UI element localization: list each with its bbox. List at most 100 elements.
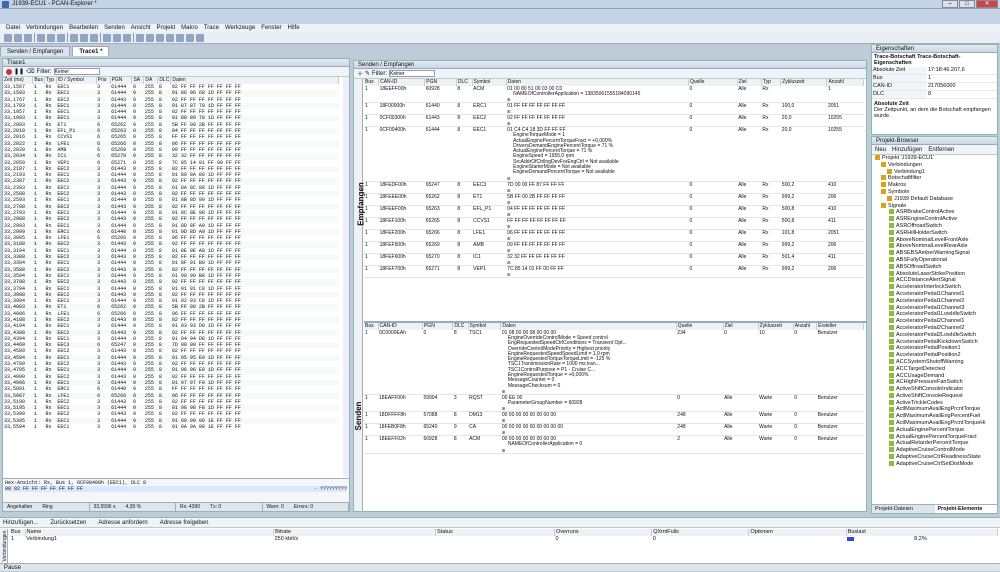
record-icon[interactable] <box>6 68 12 75</box>
signal-node[interactable]: ASRHillHolderSwitch <box>875 230 997 237</box>
recv-col-header[interactable]: PGN <box>424 79 457 86</box>
signal-node[interactable]: AcceleratorPedalPosition1 <box>875 345 997 352</box>
trace-col-header[interactable]: ID / Symbol <box>56 77 97 84</box>
connection-col-header[interactable]: Bus <box>10 529 26 536</box>
signal-node[interactable]: ActiveTrickleCodes <box>875 400 997 407</box>
expand-icon[interactable]: ⊞ <box>507 260 687 265</box>
property-row[interactable]: DLC 8 <box>872 90 997 99</box>
signal-node[interactable]: ActualEnginePercentTorqueFract <box>875 434 997 441</box>
expand-icon[interactable]: ⊞ <box>507 109 687 114</box>
send-row[interactable]: 1 0C0000EAh 0 8 TSC1 01 08 00 00 08 00 00 00 E… <box>364 330 864 395</box>
signal-node[interactable]: ACHighPressureFanSwitch <box>875 379 997 386</box>
property-row[interactable]: CAN-ID 217056000 <box>872 82 997 91</box>
send-data-cell[interactable]: 00 00 00 00 00 00 00 00 NAMEOfControllerA… <box>500 435 677 454</box>
menu-item-5[interactable]: Projekt <box>156 24 175 32</box>
signal-node[interactable]: AcceleratorPedal2Channel2 <box>875 325 997 332</box>
signal-node[interactable]: AboveNominalLevelFrontAxle <box>875 237 997 244</box>
signal-node[interactable]: ACCUsageDemand <box>875 373 997 380</box>
text-icon[interactable] <box>186 33 194 42</box>
expand-icon[interactable]: ⊞ <box>507 272 687 277</box>
send-col-header[interactable]: Symbol <box>468 323 502 330</box>
symbol-icon[interactable] <box>136 33 144 42</box>
signal-node[interactable]: ABSFullyOperational <box>875 257 997 264</box>
recv-row[interactable]: 1 18FEF100h 65265 8 CCVS1 FF FF FF FF FF FF F… <box>364 217 864 230</box>
expand-icon[interactable]: ⊞ <box>507 121 687 126</box>
send-col-header[interactable]: CAN-ID <box>378 323 423 330</box>
signal-node[interactable]: ACCDistanceAlertSignal <box>875 277 997 284</box>
open-icon[interactable] <box>14 33 22 42</box>
trace-row[interactable]: 33,5594 1 Rx EEC1 3 61444 0 255 8 01 9A 9A 08 1E … <box>3 424 339 430</box>
signal-node[interactable]: ACCSystemShutoffWarning <box>875 359 997 366</box>
recv-row[interactable]: 1 0CF00300h 61443 8 EEC2 02 FF FF FF FF FF FF… <box>364 114 864 128</box>
connection-col-header[interactable]: Bitrate <box>273 529 437 536</box>
sr-edit-icon[interactable]: ✎ <box>365 70 370 77</box>
signal-node[interactable]: AbsoluteLaserStrikePosition <box>875 271 997 278</box>
trace-filter-input[interactable] <box>53 68 100 75</box>
macro-icon[interactable] <box>146 33 154 42</box>
project-tab[interactable]: Projekt-Elemente <box>934 505 997 513</box>
expand-icon[interactable]: ⊞ <box>507 188 687 193</box>
clear-icon[interactable]: ⌫ <box>26 68 34 75</box>
trace-start-icon[interactable] <box>103 33 111 42</box>
send-col-header[interactable]: DLC <box>452 323 469 330</box>
send-data-cell[interactable]: 00 00 00 00 00 00 00 00 00 ⊞ <box>500 423 677 437</box>
send-col-header[interactable]: Ersteller <box>816 323 864 330</box>
menu-item-2[interactable]: Bearbeiten <box>69 24 98 32</box>
signal-node[interactable]: AboveNominalLevelRearAxle <box>875 243 997 250</box>
signal-node[interactable]: ActiveShiftConsoleRequest <box>875 393 997 400</box>
maximize-button[interactable]: □ <box>959 0 975 8</box>
recv-col-header[interactable]: Daten <box>506 79 689 86</box>
property-row[interactable]: Bus 1 <box>872 74 997 83</box>
signal-node[interactable]: AcceleratorPedal1Channel3 <box>875 305 997 312</box>
recv-row[interactable]: 1 18FEF600h 65270 8 IC1 32 32 FF FF FF FF FF … <box>364 253 864 266</box>
signal-node[interactable]: ASREngineControlActive <box>875 216 997 223</box>
expand-icon[interactable]: ⊞ <box>507 200 687 205</box>
trace-col-header[interactable]: Prio <box>96 77 111 84</box>
signal-node[interactable]: ACCTargetDetected <box>875 366 997 373</box>
tree-node[interactable]: Verbindung1 <box>875 169 997 176</box>
send-col-header[interactable]: Daten <box>500 323 677 330</box>
cut-icon[interactable] <box>37 33 45 42</box>
expand-icon[interactable]: ⊞ <box>507 97 687 102</box>
tree-node[interactable]: Symbole <box>875 189 997 196</box>
recv-row[interactable]: 1 18EEFF00h 60928 8 ACM 01 00 80 51 00 03 00 … <box>364 86 864 104</box>
recv-col-header[interactable]: Symbol <box>472 79 507 86</box>
connection-button[interactable]: Adresse anfordern <box>98 520 157 526</box>
sr-filter-input[interactable] <box>389 70 436 77</box>
expand-icon[interactable]: ⊞ <box>507 236 687 241</box>
recv-row[interactable]: 1 18F00000h 61440 8 ERC1 01 FF FF FF FF FF FF… <box>364 102 864 116</box>
send-col-header[interactable]: Ziel <box>723 323 759 330</box>
send-col-header[interactable]: PGN <box>422 323 454 330</box>
recv-row[interactable]: 1 18FEF700h 65271 8 VEP1 7C 85 14 01 FF 00 FF… <box>364 265 864 278</box>
expand-icon[interactable]: ⊞ <box>502 389 675 393</box>
signal-node[interactable]: ActualEnginePercentTorque <box>875 427 997 434</box>
project-button[interactable]: Entfernen <box>928 147 958 153</box>
tab-senden-empfangen[interactable]: Senden / Empfangen <box>0 46 71 56</box>
property-row[interactable]: Absolute Zeit 17:18:46.207,6 <box>872 67 997 75</box>
menu-item-4[interactable]: Ansicht <box>131 24 151 32</box>
recv-row[interactable]: 1 18FEEF00h 65263 8 EFL_P1 04 FF FF FF FF FF … <box>364 205 864 218</box>
trace-col-header[interactable]: Bus <box>32 77 45 84</box>
help-icon[interactable] <box>196 33 204 42</box>
reset-icon[interactable] <box>90 33 98 42</box>
trace-col-header[interactable]: SA <box>131 77 145 84</box>
connection-button[interactable]: Adresse freigeben <box>160 520 219 526</box>
menu-item-9[interactable]: Fenster <box>261 24 281 32</box>
expand-icon[interactable]: ⊞ <box>507 224 687 229</box>
tree-node[interactable]: Signale <box>875 203 997 210</box>
connection-button[interactable]: Hinzufügen... <box>3 520 48 526</box>
send-col-header[interactable]: Anzahl <box>793 323 818 330</box>
send-col-header[interactable]: Zykluszeit <box>758 323 794 330</box>
send-col-header[interactable]: Bus <box>364 323 379 330</box>
connect-icon[interactable] <box>70 33 78 42</box>
signal-node[interactable]: ABSEBSAmberWarningSignal <box>875 250 997 257</box>
hex-icon[interactable] <box>176 33 184 42</box>
trace-pause-icon[interactable] <box>113 33 121 42</box>
send-row[interactable]: 1 18EAFF00h 59904 3 RQST 00 EE 00 ParameterGro… <box>364 394 864 413</box>
trace-col-header[interactable]: Zeit (ms) <box>3 77 34 84</box>
trace-col-header[interactable]: DLC <box>157 77 172 84</box>
signal-node[interactable]: AcceleratorPedal1Channel2 <box>875 298 997 305</box>
recv-row[interactable]: 1 18FEDF00h 65247 8 EEC3 7D 00 00 FF 87 FF FF… <box>364 181 864 194</box>
connection-col-header[interactable]: QXmtFulls <box>651 529 750 536</box>
expand-icon[interactable]: ⊞ <box>507 212 687 217</box>
